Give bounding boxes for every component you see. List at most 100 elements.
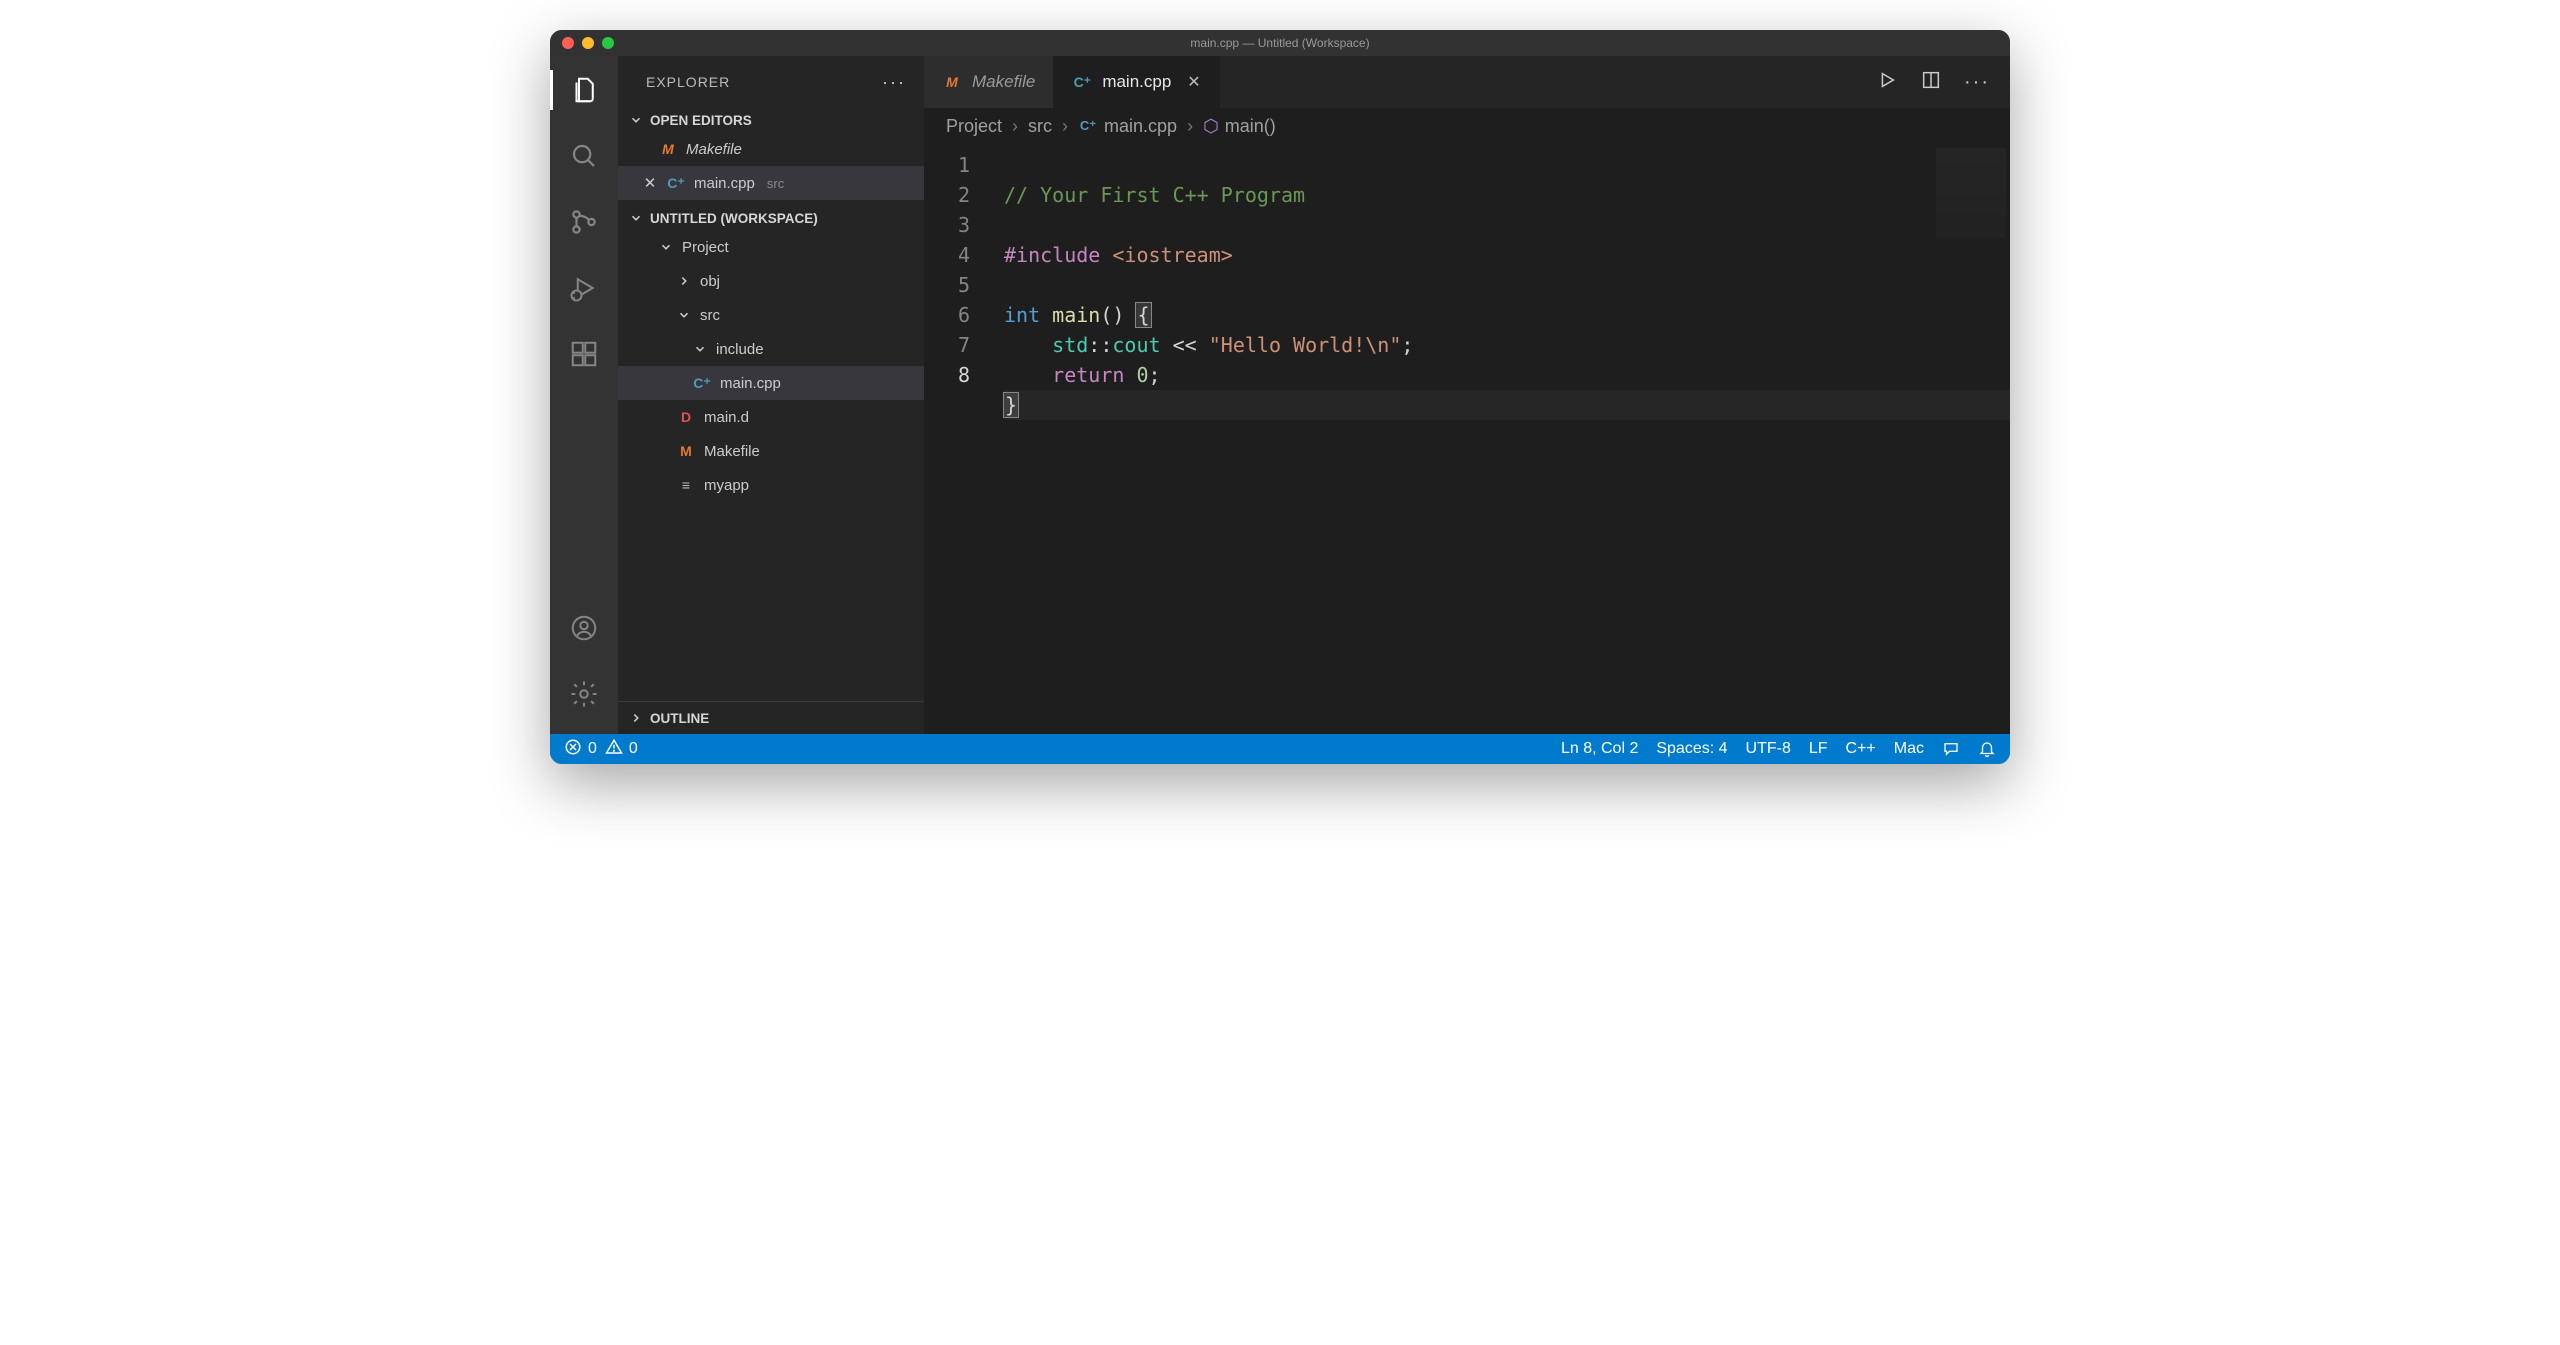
tree-label: main.d xyxy=(704,409,749,426)
search-icon[interactable] xyxy=(560,132,608,180)
status-os[interactable]: Mac xyxy=(1894,740,1924,758)
tab-bar: M Makefile C⁺ main.cpp ✕ ··· xyxy=(924,56,2010,108)
outline-label: OUTLINE xyxy=(650,711,709,726)
traffic-lights xyxy=(562,37,614,49)
window-maximize-button[interactable] xyxy=(602,37,614,49)
sidebar-header: EXPLORER ··· xyxy=(618,56,924,108)
sidebar-more-icon[interactable]: ··· xyxy=(882,72,906,93)
symbol-method-icon: ⬡ xyxy=(1203,116,1219,137)
binary-file-icon: ≡ xyxy=(676,475,696,495)
cpp-file-icon: C⁺ xyxy=(1078,116,1098,136)
breadcrumb-item[interactable]: C⁺ main.cpp xyxy=(1078,116,1177,137)
source-control-icon[interactable] xyxy=(560,198,608,246)
breadcrumbs: Project › src › C⁺ main.cpp › ⬡ main() xyxy=(924,108,2010,144)
chevron-right-icon: › xyxy=(1012,116,1018,137)
code-editor[interactable]: 1 2 3 4 5 6 7 8 // Your First C++ Progra… xyxy=(924,144,2010,734)
tree-label: include xyxy=(716,341,764,358)
settings-gear-icon[interactable] xyxy=(560,670,608,718)
notifications-bell-icon[interactable] xyxy=(1978,740,1996,758)
breadcrumb-item[interactable]: Project xyxy=(946,116,1002,137)
tree-folder-include[interactable]: include xyxy=(618,332,924,366)
split-editor-icon[interactable] xyxy=(1920,69,1942,96)
run-icon[interactable] xyxy=(1876,69,1898,96)
chevron-down-icon xyxy=(692,341,708,357)
cpp-file-icon: C⁺ xyxy=(1072,72,1092,92)
minimap[interactable] xyxy=(1936,148,2006,238)
warning-icon xyxy=(605,738,623,761)
tree-file-myapp[interactable]: ≡ myapp xyxy=(618,468,924,502)
makefile-icon: M xyxy=(942,72,962,92)
tree-label: Makefile xyxy=(704,443,760,460)
close-icon[interactable]: ✕ xyxy=(642,174,658,192)
accounts-icon[interactable] xyxy=(560,604,608,652)
open-editor-label: main.cpp xyxy=(694,175,755,192)
tree-file-maind[interactable]: D main.d xyxy=(618,400,924,434)
d-file-icon: D xyxy=(676,407,696,427)
tree-label: main.cpp xyxy=(720,375,781,392)
tab-label: Makefile xyxy=(972,72,1035,92)
open-editors-list: M Makefile ✕ C⁺ main.cpp src xyxy=(618,132,924,206)
open-editor-item[interactable]: ✕ C⁺ main.cpp src xyxy=(618,166,924,200)
activity-bar xyxy=(550,56,618,734)
chevron-down-icon xyxy=(676,307,692,323)
status-eol[interactable]: LF xyxy=(1809,740,1828,758)
tree-folder-project[interactable]: Project xyxy=(618,230,924,264)
feedback-icon[interactable] xyxy=(1942,740,1960,758)
makefile-icon: M xyxy=(676,441,696,461)
open-editors-section[interactable]: OPEN EDITORS xyxy=(618,108,924,132)
workspace-label: UNTITLED (WORKSPACE) xyxy=(650,211,818,226)
window-close-button[interactable] xyxy=(562,37,574,49)
status-encoding[interactable]: UTF-8 xyxy=(1746,740,1791,758)
title-bar: main.cpp — Untitled (Workspace) xyxy=(550,30,2010,56)
tab-makefile[interactable]: M Makefile xyxy=(924,56,1054,108)
open-editor-item[interactable]: M Makefile xyxy=(618,132,924,166)
error-icon xyxy=(564,738,582,761)
line-number-gutter: 1 2 3 4 5 6 7 8 xyxy=(924,144,984,734)
cpp-file-icon: C⁺ xyxy=(666,173,686,193)
status-language-mode[interactable]: C++ xyxy=(1846,740,1876,758)
status-indentation[interactable]: Spaces: 4 xyxy=(1656,740,1727,758)
status-warnings[interactable]: 0 xyxy=(605,738,638,761)
sidebar-title: EXPLORER xyxy=(646,74,730,90)
status-bar: 0 0 Ln 8, Col 2 Spaces: 4 UTF-8 LF C++ M… xyxy=(550,734,2010,764)
tab-label: main.cpp xyxy=(1102,72,1171,92)
chevron-down-icon xyxy=(658,239,674,255)
status-cursor-position[interactable]: Ln 8, Col 2 xyxy=(1561,740,1638,758)
cpp-file-icon: C⁺ xyxy=(692,373,712,393)
open-editors-label: OPEN EDITORS xyxy=(650,113,752,128)
more-actions-icon[interactable]: ··· xyxy=(1964,71,1990,94)
status-errors[interactable]: 0 xyxy=(564,738,597,761)
tab-maincpp[interactable]: C⁺ main.cpp ✕ xyxy=(1054,56,1219,108)
explorer-sidebar: EXPLORER ··· OPEN EDITORS M Makefile ✕ C… xyxy=(618,56,924,734)
chevron-right-icon: › xyxy=(1062,116,1068,137)
tree-folder-obj[interactable]: obj xyxy=(618,264,924,298)
tree-label: Project xyxy=(682,239,729,256)
chevron-down-icon xyxy=(628,112,644,128)
chevron-right-icon xyxy=(676,273,692,289)
chevron-down-icon xyxy=(628,210,644,226)
explorer-icon[interactable] xyxy=(560,66,608,114)
vscode-window: main.cpp — Untitled (Workspace) xyxy=(550,30,2010,764)
window-minimize-button[interactable] xyxy=(582,37,594,49)
close-icon[interactable]: ✕ xyxy=(1187,72,1200,92)
window-title: main.cpp — Untitled (Workspace) xyxy=(550,36,2010,50)
run-debug-icon[interactable] xyxy=(560,264,608,312)
tree-label: obj xyxy=(700,273,720,290)
extensions-icon[interactable] xyxy=(560,330,608,378)
chevron-right-icon xyxy=(628,710,644,726)
workspace-section[interactable]: UNTITLED (WORKSPACE) xyxy=(618,206,924,230)
open-editor-dir: src xyxy=(767,176,784,191)
makefile-icon: M xyxy=(658,139,678,159)
tree-folder-src[interactable]: src xyxy=(618,298,924,332)
outline-section[interactable]: OUTLINE xyxy=(618,701,924,734)
chevron-right-icon: › xyxy=(1187,116,1193,137)
tree-file-makefile[interactable]: M Makefile xyxy=(618,434,924,468)
open-editor-label: Makefile xyxy=(686,141,742,158)
tree-file-maincpp[interactable]: C⁺ main.cpp xyxy=(618,366,924,400)
breadcrumb-item[interactable]: src xyxy=(1028,116,1052,137)
tree-label: src xyxy=(700,307,720,324)
code-content[interactable]: // Your First C++ Program #include <iost… xyxy=(984,144,2010,734)
editor-actions: ··· xyxy=(1856,56,2010,108)
breadcrumb-item[interactable]: ⬡ main() xyxy=(1203,116,1276,137)
tree-label: myapp xyxy=(704,477,749,494)
